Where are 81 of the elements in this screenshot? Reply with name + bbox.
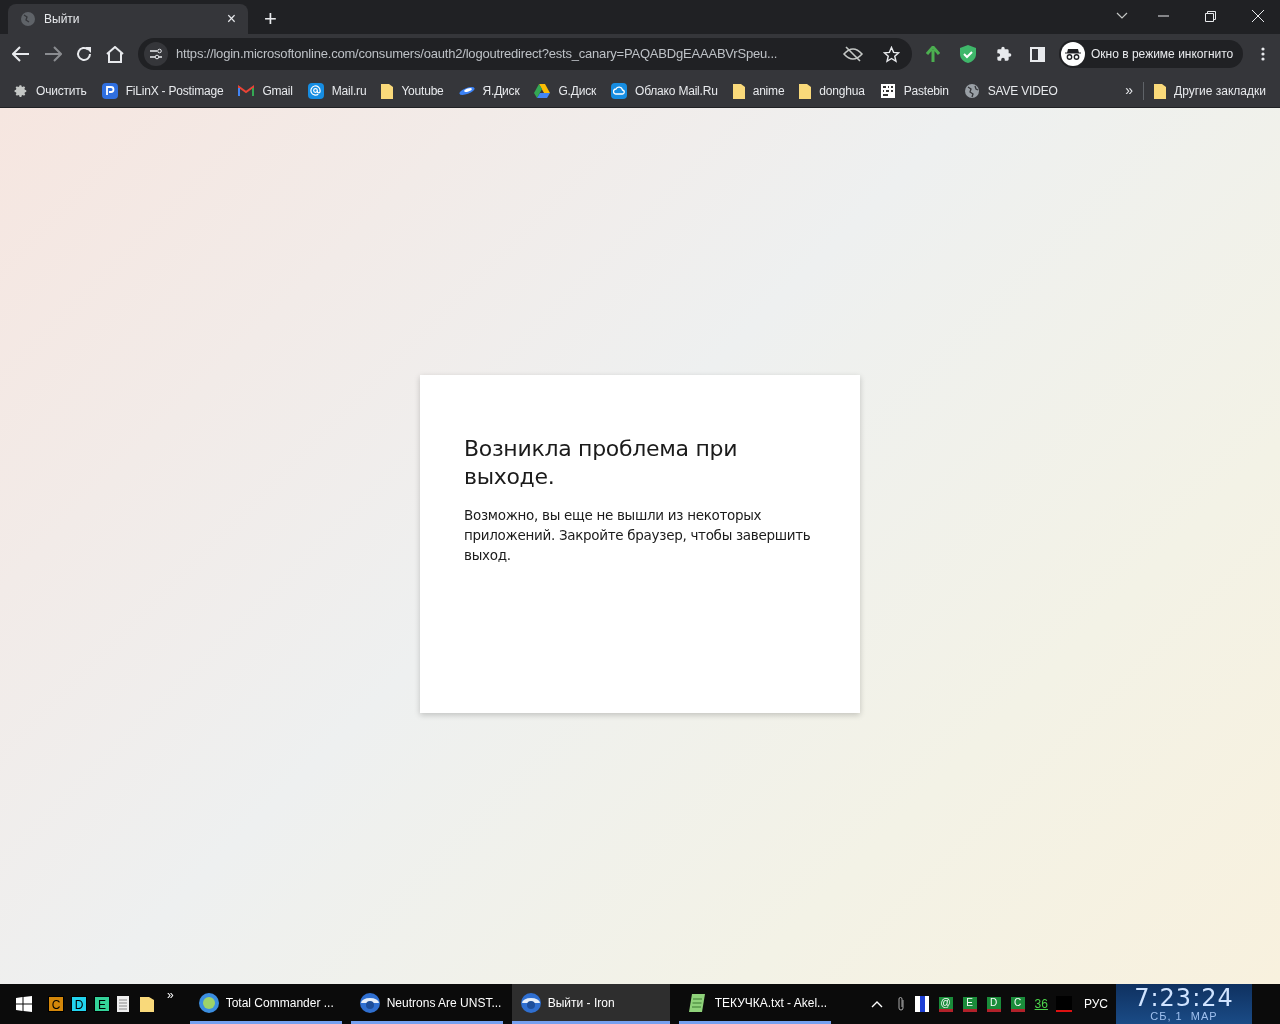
bookmark-item[interactable]: Pastebin [879,77,949,104]
language-indicator[interactable]: РУС [1083,995,1108,1013]
globe-icon [20,11,36,27]
bookmark-item[interactable]: Облако Mail.Ru [611,77,718,104]
chevron-down-icon[interactable] [1116,12,1128,20]
back-arrow-icon[interactable] [12,46,30,62]
close-tab-button[interactable]: × [226,11,236,27]
flying-saucer-icon [458,85,475,96]
chevron-up-icon[interactable] [870,1000,883,1008]
bookmark-folder[interactable]: Другие закладки [1154,81,1266,100]
clock-time: 7:23:24 [1134,986,1234,1010]
card-heading: Возникла проблема при выходе. [464,435,739,491]
card-message: Возможно, вы еще не вышли из некоторых приложений. Закройте браузер, чтобы завершить выход. [464,506,812,565]
mail-envelope-icon [238,84,255,97]
close-icon[interactable] [1252,10,1264,22]
restore-icon[interactable] [1205,10,1216,22]
globe-disk-icon [197,991,220,1014]
new-tab-button[interactable]: + [264,8,277,30]
shield-check-icon[interactable] [960,45,976,63]
folder-icon [1154,82,1167,99]
bookmark-item[interactable]: Youtube [381,77,444,104]
address-bar[interactable]: https://login.microsoftonline.com/consumers/oauth2/logoutredirect?ests_canary=PAQABDgEAAABVrSpeu... [138,38,912,70]
drive-tray-icon[interactable]: E [962,996,977,1012]
drive-launcher[interactable]: E [94,996,110,1012]
taskbar-window-button[interactable]: ТЕКУЧКА.txt - Akel... [678,984,831,1024]
postimage-icon [101,82,118,99]
tab-title: Выйти [44,11,81,28]
incognito-chip[interactable]: Окно в режиме инкогнито [1059,40,1244,68]
windows-logo-icon[interactable] [16,996,32,1012]
browser-orb-icon [519,991,542,1014]
star-icon[interactable] [883,45,900,63]
taskbar-window-button[interactable]: Neutrons Are UNST... [350,984,503,1024]
bookmark-item[interactable]: anime [732,77,785,104]
folder-icon [799,82,812,99]
at-sign-icon [307,82,324,99]
bookmark-item[interactable]: donghua [799,77,865,104]
folder-icon[interactable] [140,996,154,1012]
meter-icon [1055,996,1072,1012]
browser-orb-icon [358,991,381,1014]
folder-icon [732,82,745,99]
bookmark-item[interactable]: SAVE VIDEO [963,77,1058,104]
forward-arrow-icon[interactable] [44,46,62,62]
flag-icon[interactable] [914,996,929,1012]
taskbar-window-button[interactable]: Total Commander ... [189,984,342,1024]
puzzle-icon[interactable] [996,46,1012,62]
paperclip-icon[interactable] [896,996,905,1012]
sliders-icon [149,48,163,60]
bookmark-item[interactable]: FiLinX - Postimage [101,77,224,104]
clock-date: СБ, 1 МАР [1150,1010,1218,1022]
folder-icon [381,82,394,99]
globe-icon [963,82,980,99]
bookmark-item[interactable]: G.Диск [534,77,597,104]
cloud-icon [611,82,628,99]
eye-slash-icon[interactable] [843,46,863,62]
drive-tray-icon[interactable]: @ [938,996,953,1012]
more-vertical-icon[interactable] [1261,47,1266,61]
browser-tab[interactable]: Выйти × [8,4,248,34]
triangle-drive-icon [534,83,551,98]
bookmark-item[interactable]: Gmail [238,77,293,104]
site-settings-button[interactable] [144,42,168,66]
bookmark-item[interactable]: Очистить [14,77,87,104]
reload-icon[interactable] [76,46,92,62]
quick-launch-overflow[interactable]: » [167,986,174,1004]
gear-icon [14,83,28,98]
incognito-label: Окно в режиме инкогнито [1091,46,1234,63]
taskbar-window-button[interactable]: Выйти - Iron [511,984,670,1024]
counter-reading: 36 [1034,996,1048,1013]
bookmark-item[interactable]: Я.Диск [458,77,520,104]
bookmarks-overflow-button[interactable]: » [1125,80,1134,101]
drive-tray-icon[interactable]: D [986,996,1001,1012]
bookmark-item[interactable]: Mail.ru [307,77,367,104]
side-panel-icon[interactable] [1030,46,1045,62]
url-text: https://login.microsoftonline.com/consumers/oauth2/logoutredirect?ests_canary=PAQABDgEAAABVrSpeu... [176,45,779,64]
up-arrow-icon[interactable] [926,46,940,62]
drive-launcher[interactable]: C [48,996,64,1012]
binary-page-icon [879,82,896,99]
clock-panel[interactable]: 7:23:24 СБ, 1 МАР [1116,984,1252,1024]
drive-launcher[interactable]: D [71,996,87,1012]
incognito-icon [1061,42,1085,66]
home-icon[interactable] [106,45,124,63]
drive-tray-icon[interactable]: C [1010,996,1025,1012]
